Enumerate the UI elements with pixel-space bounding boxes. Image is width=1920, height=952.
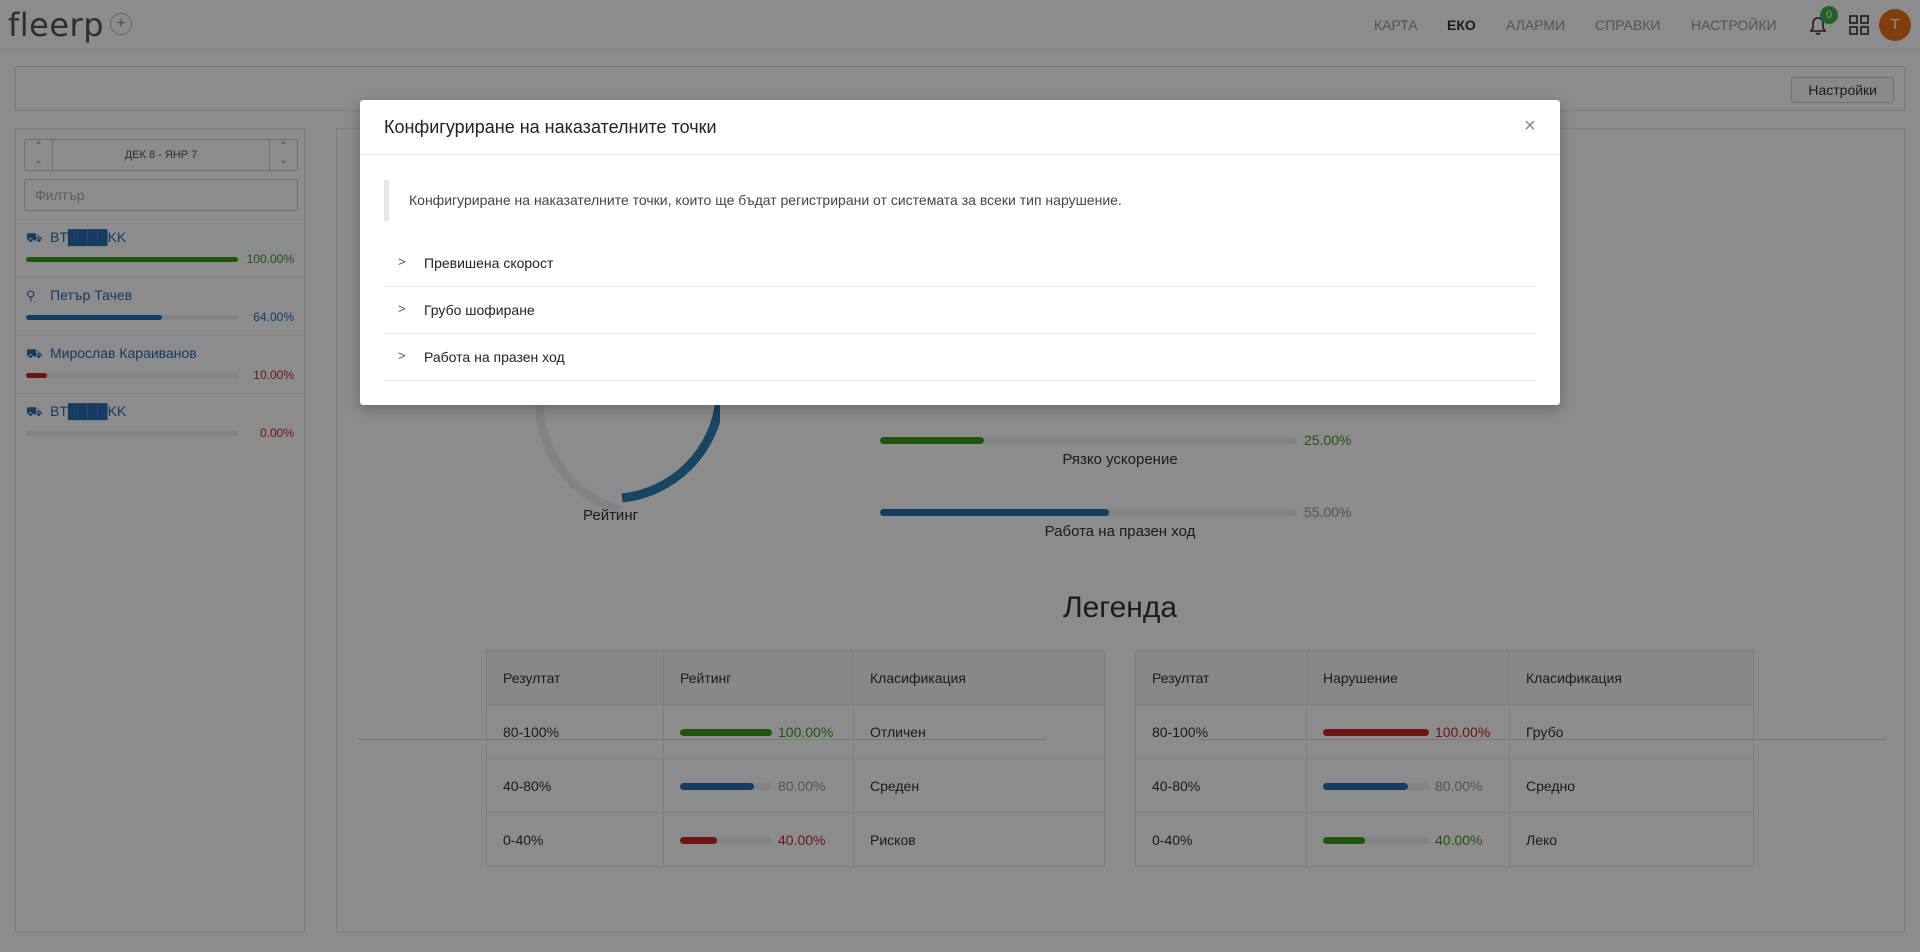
accordion-harsh-driving[interactable]: > Грубо шофиране xyxy=(384,287,1536,334)
accordion-label: Работа на празен ход xyxy=(424,349,565,365)
accordion-label: Превишена скорост xyxy=(424,255,554,271)
penalty-config-modal: Конфигуриране на наказателните точки × К… xyxy=(360,100,1560,405)
accordion-speeding[interactable]: > Превишена скорост xyxy=(384,240,1536,287)
modal-description: Конфигуриране на наказателните точки, ко… xyxy=(384,180,1536,221)
modal-header: Конфигуриране на наказателните точки × xyxy=(360,100,1560,155)
accordion-label: Грубо шофиране xyxy=(424,302,535,318)
chevron-right-icon: > xyxy=(398,254,406,269)
chevron-right-icon: > xyxy=(398,348,406,363)
chevron-right-icon: > xyxy=(398,301,406,316)
modal-title: Конфигуриране на наказателните точки xyxy=(384,117,717,137)
close-icon[interactable]: × xyxy=(1520,116,1540,136)
accordion-idling[interactable]: > Работа на празен ход xyxy=(384,334,1536,381)
